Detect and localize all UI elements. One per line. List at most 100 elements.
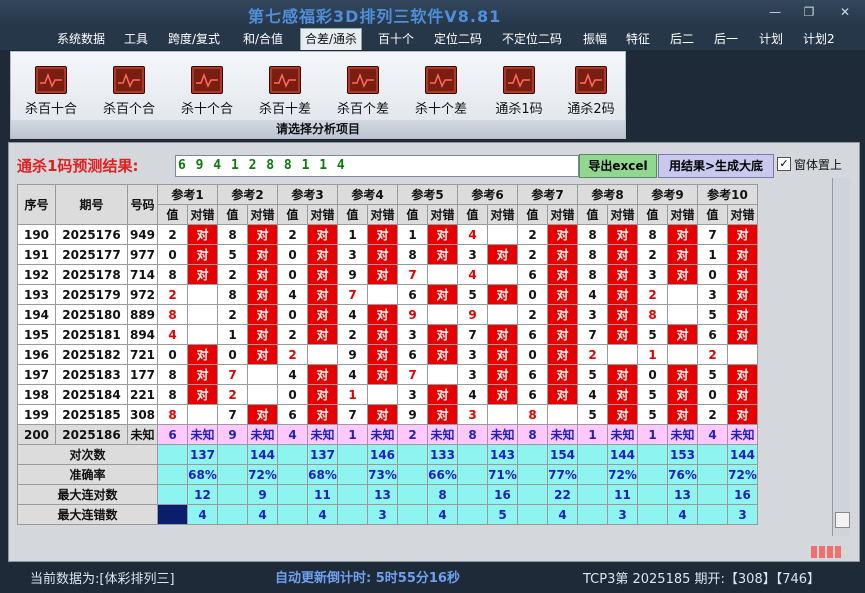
cell-value: 1: [217, 324, 248, 345]
cell-result: 对: [367, 224, 398, 245]
cell-value: 8: [457, 424, 488, 445]
menu-item[interactable]: 计划: [759, 30, 783, 47]
cell-value: 6: [517, 264, 548, 285]
stats-value: 137: [307, 444, 338, 465]
stats-value: 9: [247, 484, 278, 505]
stats-value: 72%: [607, 464, 638, 485]
header-value: 值: [697, 204, 728, 225]
cell-value: 8: [157, 384, 188, 405]
cell-result: 对: [487, 324, 518, 345]
cell-result: 对: [247, 264, 278, 285]
cell-value: 2: [697, 404, 728, 425]
header-result: 对错: [547, 204, 578, 225]
stats-value: 4: [427, 504, 458, 525]
menu-item[interactable]: 跨度/复式: [168, 30, 220, 47]
cell-value: 5: [577, 364, 608, 385]
stats-value: 11: [307, 484, 338, 505]
vertical-scrollbar[interactable]: [832, 178, 850, 536]
header-result: 对错: [607, 204, 638, 225]
cell-value: 3: [697, 284, 728, 305]
row-period: 2025176: [55, 224, 128, 245]
kill-shi-ge-sum-button[interactable]: 杀十个合: [172, 66, 242, 117]
cell-result: 对: [547, 384, 578, 405]
cell-result: 对: [547, 304, 578, 325]
menu-item[interactable]: 系统数据: [57, 30, 105, 47]
cell-result-blank: [487, 404, 518, 425]
stats-label: 最大连对数: [17, 484, 158, 505]
cell-result: 对: [727, 284, 758, 305]
stats-value: 4: [307, 504, 338, 525]
cell-value: 2: [637, 284, 668, 305]
close-icon[interactable]: ✕: [834, 4, 856, 20]
menu-item-active[interactable]: 合差/通杀: [300, 28, 363, 50]
menu-item[interactable]: 后二: [670, 30, 694, 47]
cell-result: 对: [487, 284, 518, 305]
pin-checkbox[interactable]: ✓: [777, 157, 791, 171]
menu-item[interactable]: 工具: [124, 30, 148, 47]
cell-result-blank: [187, 324, 218, 345]
kill-shi-ge-diff-button[interactable]: 杀十个差: [406, 66, 476, 117]
table-row: 192 2025178 714 8 对 2 对 0 对 9 对 7 4 6 对 8 对 3 对 0 对: [17, 264, 758, 285]
header-value: 值: [397, 204, 428, 225]
cell-result: 对: [367, 344, 398, 365]
cell-result: 对: [547, 284, 578, 305]
stats-value: 13: [667, 484, 698, 505]
stats-value: 73%: [367, 464, 398, 485]
cell-result: 对: [427, 224, 458, 245]
kill-two-code-button[interactable]: 通杀2码: [556, 66, 626, 117]
menu-item[interactable]: 振幅: [583, 30, 607, 47]
menu-item[interactable]: 不定位二码: [502, 30, 562, 47]
cell-result: 对: [427, 384, 458, 405]
header-value: 值: [457, 204, 488, 225]
kill-one-code-button[interactable]: 通杀1码: [484, 66, 554, 117]
menu-item[interactable]: 定位二码: [434, 30, 482, 47]
cell-value: 3: [337, 244, 368, 265]
cell-value: 4: [577, 384, 608, 405]
cell-result: 对: [367, 244, 398, 265]
cell-result: 对: [307, 284, 338, 305]
chart-icon: [191, 66, 223, 94]
cell-result-blank: [187, 304, 218, 325]
chart-icon: [113, 66, 145, 94]
stats-value: 144: [727, 444, 758, 465]
prediction-field[interactable]: 6 9 4 1 2 8 8 1 1 4: [175, 155, 579, 177]
cell-result: 对: [547, 224, 578, 245]
cell-value: 7: [397, 264, 428, 285]
cell-value: 4: [697, 424, 728, 445]
menu-item[interactable]: 特征: [626, 30, 650, 47]
header-value: 值: [277, 204, 308, 225]
stats-spacer: [277, 464, 308, 485]
menu-item[interactable]: 后一: [714, 30, 738, 47]
kill-bai-ge-diff-button[interactable]: 杀百个差: [328, 66, 398, 117]
ribbon-button-label: 杀百个差: [336, 102, 389, 117]
kill-bai-shi-sum-button[interactable]: 杀百十合: [16, 66, 86, 117]
cell-value: 4: [337, 364, 368, 385]
chart-icon: [425, 66, 457, 94]
generate-base-button[interactable]: 用结果>生成大底: [658, 154, 774, 178]
menu-item[interactable]: 百十个: [378, 30, 414, 47]
row-seq: 198: [17, 384, 56, 405]
cell-value: 5: [637, 404, 668, 425]
table-row-pending: 200 2025186 未知 6 未知 9 未知 4 未知 1 未知 2 未知 8 未知 8 未知 1 未知 1 未知 4…: [17, 424, 758, 445]
cell-result-blank: [427, 304, 458, 325]
menu-item[interactable]: 计划2: [803, 30, 835, 47]
cell-result: 对: [247, 304, 278, 325]
stats-spacer: [577, 484, 608, 505]
menu-bar: 系统数据 工具 跨度/复式 和/合值 合差/通杀 百十个 定位二码 不定位二码 …: [0, 26, 865, 50]
maximize-icon[interactable]: ❐: [798, 4, 820, 20]
row-period: 2025182: [55, 344, 128, 365]
cell-result: 对: [727, 324, 758, 345]
kill-bai-ge-sum-button[interactable]: 杀百个合: [94, 66, 164, 117]
scrollbar-thumb[interactable]: [835, 512, 850, 528]
menu-item[interactable]: 和/合值: [243, 30, 283, 47]
cell-value: 7: [217, 364, 248, 385]
cell-result: 对: [427, 324, 458, 345]
cell-value: 7: [217, 404, 248, 425]
cell-value: 7: [457, 324, 488, 345]
export-excel-button[interactable]: 导出excel: [579, 154, 657, 178]
cell-result: 对: [187, 384, 218, 405]
stats-row: 对次数 137 144 137 146 133 143 154 144 153 144: [17, 444, 758, 465]
kill-bai-shi-diff-button[interactable]: 杀百十差: [250, 66, 320, 117]
stats-spacer: [277, 484, 308, 505]
minimize-icon[interactable]: —: [764, 4, 786, 20]
